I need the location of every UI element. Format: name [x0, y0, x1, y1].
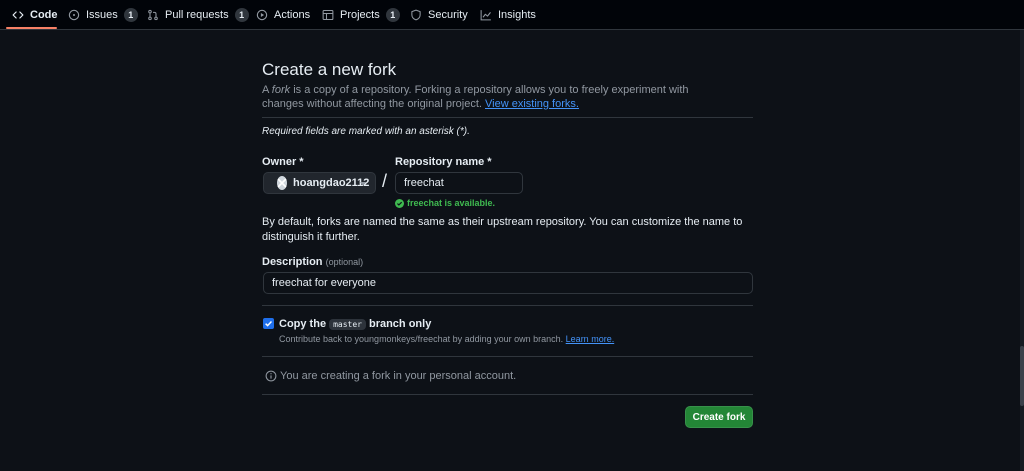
divider [262, 117, 753, 118]
check-circle-icon [395, 198, 404, 208]
tab-label: Code [30, 8, 58, 21]
description-input[interactable] [263, 272, 753, 294]
repo-nav: Code Issues 1 Pull requests 1 Actions Pr… [0, 0, 1024, 30]
tab-label: Security [428, 8, 468, 21]
owner-repo-separator: / [382, 171, 388, 191]
personal-account-info: You are creating a fork in your personal… [265, 370, 516, 382]
info-icon [265, 370, 277, 382]
projects-counter: 1 [385, 7, 400, 22]
issues-counter: 1 [123, 7, 138, 22]
copy-sub-text: Contribute back to youngmonkeys/freechat… [279, 334, 566, 344]
required-fields-note: Required fields are marked with an aster… [262, 126, 470, 137]
owner-select[interactable]: hoangdao2112 [263, 172, 376, 194]
tab-label: Actions [274, 8, 311, 21]
owner-label: Owner * [262, 156, 304, 168]
description-label: Description (optional) [262, 256, 363, 268]
branch-name-code: master [329, 319, 366, 330]
create-fork-button[interactable]: Create fork [685, 406, 753, 428]
divider [262, 305, 753, 306]
graph-icon [480, 9, 492, 21]
scrollbar[interactable] [1020, 30, 1024, 471]
divider [262, 394, 753, 395]
availability-status: freechat is available. [395, 198, 495, 208]
check-icon [265, 321, 272, 327]
desc-prefix: A [262, 84, 272, 96]
tab-label: Insights [498, 8, 536, 21]
tab-issues[interactable]: Issues 1 [68, 0, 138, 29]
active-tab-indicator [6, 27, 57, 29]
tab-label: Issues [86, 8, 118, 21]
scrollbar-thumb[interactable] [1020, 346, 1024, 406]
issue-opened-icon [68, 9, 80, 21]
naming-note: By default, forks are named the same as … [262, 216, 743, 243]
pull-requests-counter: 1 [234, 7, 249, 22]
description-label-text: Description [262, 256, 323, 268]
code-icon [12, 9, 24, 21]
play-icon [256, 9, 268, 21]
copy-suffix: branch only [368, 318, 432, 330]
copy-branch-description: Contribute back to youngmonkeys/freechat… [279, 334, 614, 344]
owner-name: hoangdao2112 [293, 177, 370, 189]
tab-label: Pull requests [165, 8, 229, 21]
tab-insights[interactable]: Insights [480, 0, 536, 29]
copy-branch-label[interactable]: Copy the master branch only [279, 318, 431, 330]
copy-prefix: Copy the [279, 318, 327, 330]
desc-middle: is a copy of a repository. Forking a rep… [262, 84, 689, 110]
tab-security[interactable]: Security [410, 0, 468, 29]
optional-tag: (optional) [325, 257, 364, 267]
tab-pull-requests[interactable]: Pull requests 1 [147, 0, 249, 29]
git-pull-request-icon [147, 9, 159, 21]
divider [262, 356, 753, 357]
tab-label: Projects [340, 8, 380, 21]
table-icon [322, 9, 334, 21]
page-description: A fork is a copy of a repository. Forkin… [262, 83, 732, 111]
learn-more-link[interactable]: Learn more. [566, 334, 615, 344]
page-title: Create a new fork [262, 60, 397, 79]
repository-name-label: Repository name * [395, 156, 492, 168]
repository-name-input[interactable] [395, 172, 523, 194]
copy-branch-checkbox[interactable] [263, 318, 274, 329]
desc-fork-term: fork [271, 84, 291, 96]
triangle-down-icon [359, 178, 367, 188]
availability-text: freechat is available. [407, 198, 496, 208]
shield-icon [410, 9, 422, 21]
view-existing-forks-link[interactable]: View existing forks. [485, 98, 579, 110]
info-text: You are creating a fork in your personal… [280, 370, 517, 382]
tab-projects[interactable]: Projects 1 [322, 0, 400, 29]
tab-code[interactable]: Code [12, 0, 58, 29]
tab-actions[interactable]: Actions [256, 0, 310, 29]
avatar [277, 176, 287, 190]
